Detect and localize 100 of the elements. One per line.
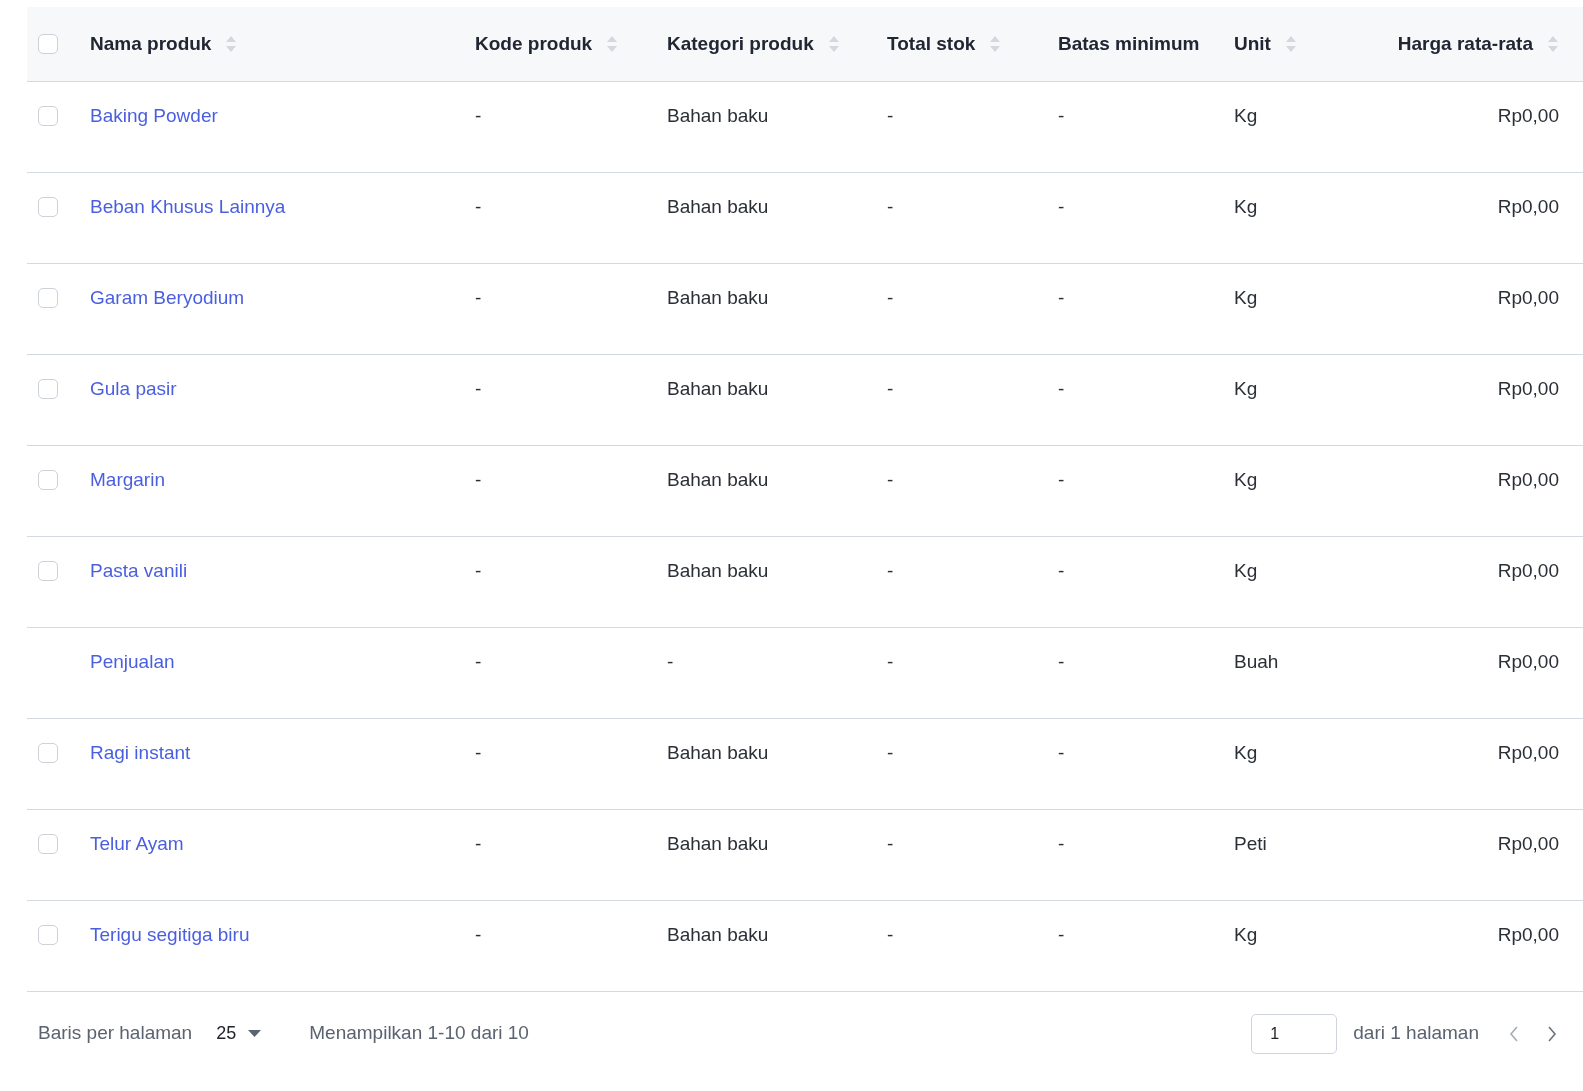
table-cell: Rp0,00 (1497, 195, 1559, 217)
table-cell: Rp0,00 (1497, 832, 1559, 854)
table-cell: Rp0,00 (1497, 104, 1559, 126)
table-cell: - (475, 650, 482, 672)
sort-icon[interactable] (989, 35, 1002, 54)
table-cell: - (1058, 832, 1065, 854)
sort-icon[interactable] (606, 35, 619, 54)
table-cell: Peti (1234, 832, 1267, 854)
table-cell: Kg (1234, 559, 1258, 581)
table-cell: Kg (1234, 923, 1258, 945)
table-cell: Rp0,00 (1497, 468, 1559, 490)
table-cell: - (1058, 104, 1065, 126)
rows-per-page-select[interactable]: 25 (216, 1020, 262, 1047)
table-cell: - (887, 923, 894, 945)
table-cell: Bahan baku (667, 923, 769, 945)
column-header: Batas minimum (1058, 32, 1200, 54)
column-header[interactable]: Kode produk (475, 32, 593, 54)
table-cell: - (475, 377, 482, 399)
column-header[interactable]: Unit (1234, 32, 1271, 54)
page-total-text: dari 1 halaman (1353, 1021, 1479, 1046)
row-checkbox[interactable] (38, 925, 58, 946)
table-cell: Kg (1234, 195, 1258, 217)
table-cell: - (475, 741, 482, 763)
table-cell: - (475, 559, 482, 581)
product-name-link[interactable]: Baking Powder (90, 104, 218, 126)
table-cell: - (887, 650, 894, 672)
product-name-link[interactable]: Margarin (90, 468, 165, 490)
row-checkbox[interactable] (38, 561, 58, 582)
product-name-link[interactable]: Ragi instant (90, 741, 191, 763)
product-name-link[interactable]: Telur Ayam (90, 832, 184, 854)
table-cell: Rp0,00 (1497, 650, 1559, 672)
table-cell: - (887, 832, 894, 854)
table-cell: - (887, 559, 894, 581)
table-cell: - (887, 741, 894, 763)
column-header[interactable]: Harga rata-rata (1397, 32, 1533, 54)
page-input[interactable]: 1 (1251, 1013, 1338, 1054)
row-checkbox[interactable] (38, 197, 58, 218)
table-cell: - (475, 286, 482, 308)
table-cell: Bahan baku (667, 468, 769, 490)
column-header[interactable]: Nama produk (90, 32, 212, 54)
table-cell: Bahan baku (667, 741, 769, 763)
product-name-link[interactable]: Gula pasir (90, 377, 177, 399)
table-cell: - (887, 377, 894, 399)
chevron-left-icon (1509, 1026, 1519, 1043)
table-cell: - (1058, 377, 1065, 399)
row-checkbox[interactable] (38, 106, 58, 127)
table-cell: - (475, 104, 482, 126)
table-cell: - (887, 104, 894, 126)
table-cell: Kg (1234, 286, 1258, 308)
table-cell: Rp0,00 (1497, 559, 1559, 581)
select-all-checkbox[interactable] (38, 34, 58, 55)
table-cell: - (475, 923, 482, 945)
table-cell: Bahan baku (667, 832, 769, 854)
column-header[interactable]: Total stok (887, 32, 976, 54)
range-text: Menampilkan 1-10 dari 10 (309, 1021, 529, 1046)
table-cell: Kg (1234, 741, 1258, 763)
sort-icon[interactable] (827, 35, 840, 54)
table-cell: Bahan baku (667, 377, 769, 399)
table-cell: Bahan baku (667, 195, 769, 217)
row-checkbox[interactable] (38, 743, 58, 764)
product-name-link[interactable]: Penjualan (90, 650, 175, 672)
sort-icon[interactable] (225, 35, 238, 54)
row-checkbox[interactable] (38, 379, 58, 400)
table-cell: Rp0,00 (1497, 741, 1559, 763)
table-cell: - (1058, 468, 1065, 490)
table-cell: - (887, 286, 894, 308)
table-cell: - (475, 832, 482, 854)
table-cell: - (1058, 923, 1065, 945)
product-name-link[interactable]: Terigu segitiga biru (90, 923, 250, 945)
table-cell: Rp0,00 (1497, 286, 1559, 308)
sort-icon[interactable] (1547, 35, 1559, 54)
chevron-right-icon (1547, 1026, 1557, 1043)
row-checkbox[interactable] (38, 288, 58, 309)
table-cell: - (667, 650, 674, 672)
table-cell: Bahan baku (667, 104, 769, 126)
row-checkbox[interactable] (38, 470, 58, 491)
sort-icon[interactable] (1284, 35, 1297, 54)
product-name-link[interactable]: Garam Beryodium (90, 286, 245, 308)
table-cell: - (887, 468, 894, 490)
table-cell: - (1058, 286, 1065, 308)
caret-icon (248, 1030, 262, 1037)
table-cell: - (475, 195, 482, 217)
table-cell: Rp0,00 (1497, 377, 1559, 399)
table-cell: - (1058, 741, 1065, 763)
table-cell: Rp0,00 (1497, 923, 1559, 945)
product-name-link[interactable]: Pasta vanili (90, 559, 188, 581)
table-cell: Bahan baku (667, 559, 769, 581)
rows-per-page-label: Baris per halaman (38, 1021, 193, 1046)
table-cell: - (1058, 559, 1065, 581)
table-cell: - (475, 468, 482, 490)
table-cell: - (1058, 650, 1065, 672)
table-cell: Bahan baku (667, 286, 769, 308)
table-cell: - (1058, 195, 1065, 217)
table-cell: Buah (1234, 650, 1279, 672)
table-cell: Kg (1234, 468, 1258, 490)
table-cell: Kg (1234, 377, 1258, 399)
column-header[interactable]: Kategori produk (667, 32, 814, 54)
row-checkbox[interactable] (38, 834, 58, 855)
table-cell: - (887, 195, 894, 217)
product-name-link[interactable]: Beban Khusus Lainnya (90, 195, 286, 217)
